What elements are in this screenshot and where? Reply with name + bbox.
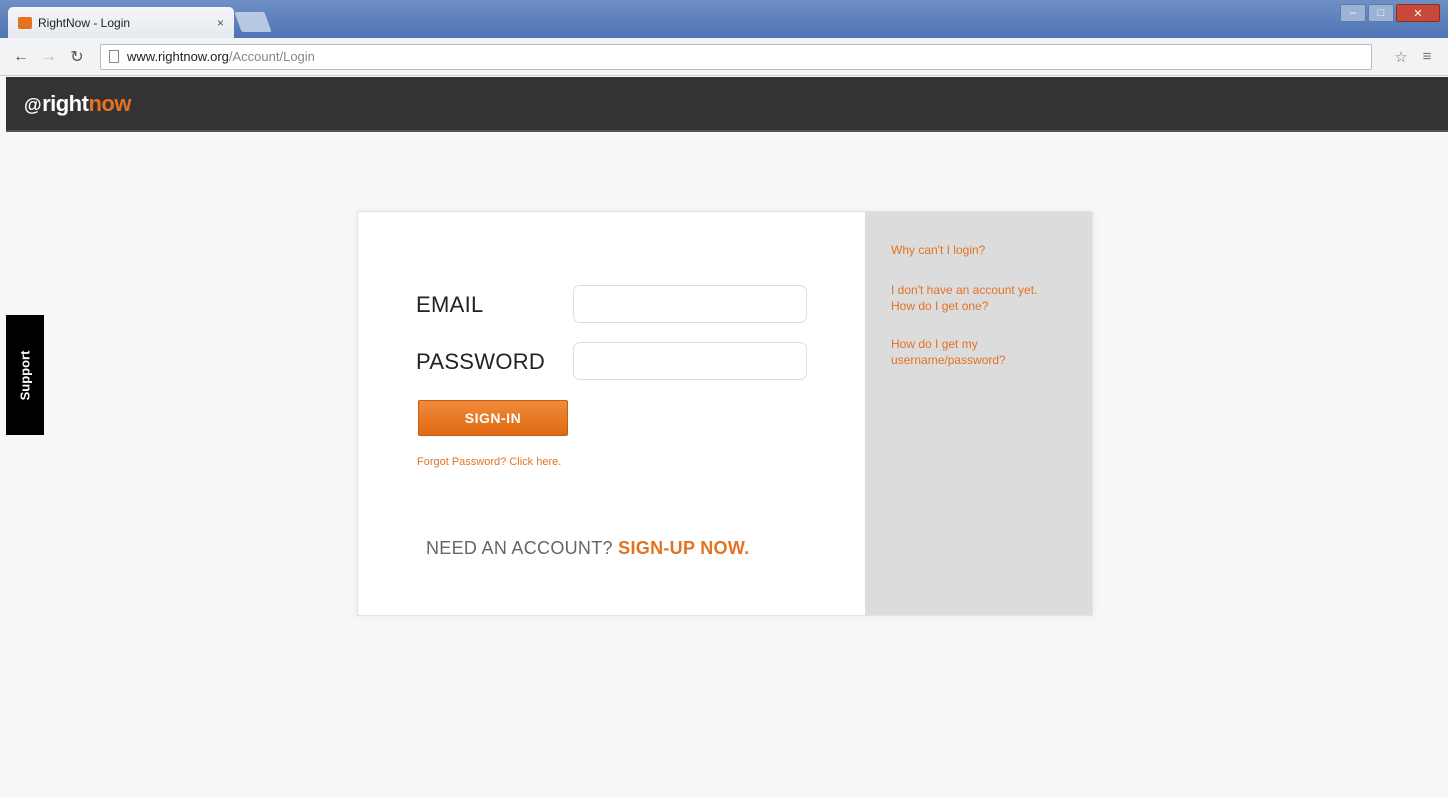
bookmark-star-icon[interactable]: ☆ xyxy=(1390,46,1412,68)
support-label: Support xyxy=(17,350,33,400)
site-logo[interactable]: @rightnow xyxy=(24,91,131,117)
url-path: /Account/Login xyxy=(228,49,315,64)
address-bar[interactable]: www.rightnow.org /Account/Login xyxy=(100,43,1372,70)
page-icon xyxy=(109,50,119,63)
back-arrow-icon[interactable]: ← xyxy=(10,46,32,68)
browser-tab[interactable]: RightNow - Login × xyxy=(8,7,234,38)
logo-right: right xyxy=(42,90,89,116)
sign-in-button[interactable]: SIGN-IN xyxy=(418,400,568,436)
new-tab-button[interactable] xyxy=(234,12,272,32)
help-link-no-account[interactable]: I don't have an account yet. How do I ge… xyxy=(891,282,1041,314)
support-tab[interactable]: Support xyxy=(6,315,44,435)
sign-up-link[interactable]: SIGN-UP NOW. xyxy=(618,538,749,558)
minimize-button[interactable]: – xyxy=(1340,4,1366,22)
need-account-text: NEED AN ACCOUNT? xyxy=(426,538,613,558)
forgot-password-link[interactable]: Forgot Password? Click here. xyxy=(417,456,561,468)
help-link-cant-login[interactable]: Why can't I login? xyxy=(891,242,1041,258)
site-header: @rightnow xyxy=(6,77,1448,132)
browser-toolbar: ← → ↻ www.rightnow.org /Account/Login ☆ … xyxy=(0,38,1448,76)
browser-titlebar: RightNow - Login × – □ ✕ xyxy=(0,0,1448,38)
menu-icon[interactable]: ≡ xyxy=(1416,46,1438,68)
tab-title: RightNow - Login xyxy=(38,15,131,30)
window-controls: – □ ✕ xyxy=(1340,4,1440,22)
email-label: EMAIL xyxy=(416,292,484,317)
login-card: EMAIL PASSWORD SIGN-IN Forgot Password? … xyxy=(357,211,1093,616)
favicon-icon xyxy=(18,16,32,29)
logo-at: @ xyxy=(24,94,42,115)
password-field[interactable] xyxy=(573,342,807,380)
maximize-button[interactable]: □ xyxy=(1368,4,1394,22)
close-tab-icon[interactable]: × xyxy=(217,16,224,30)
url-host: www.rightnow.org xyxy=(127,49,229,64)
logo-now: now xyxy=(88,90,131,116)
forward-arrow-icon[interactable]: → xyxy=(38,46,60,68)
reload-icon[interactable]: ↻ xyxy=(66,46,88,68)
close-window-button[interactable]: ✕ xyxy=(1396,4,1440,22)
help-sidebar: Why can't I login? I don't have an accou… xyxy=(865,212,1092,615)
help-link-get-credentials[interactable]: How do I get my username/password? xyxy=(891,336,1041,368)
email-field[interactable] xyxy=(573,285,807,323)
need-account-prompt: NEED AN ACCOUNT? SIGN-UP NOW. xyxy=(426,538,749,559)
password-label: PASSWORD xyxy=(416,349,546,374)
